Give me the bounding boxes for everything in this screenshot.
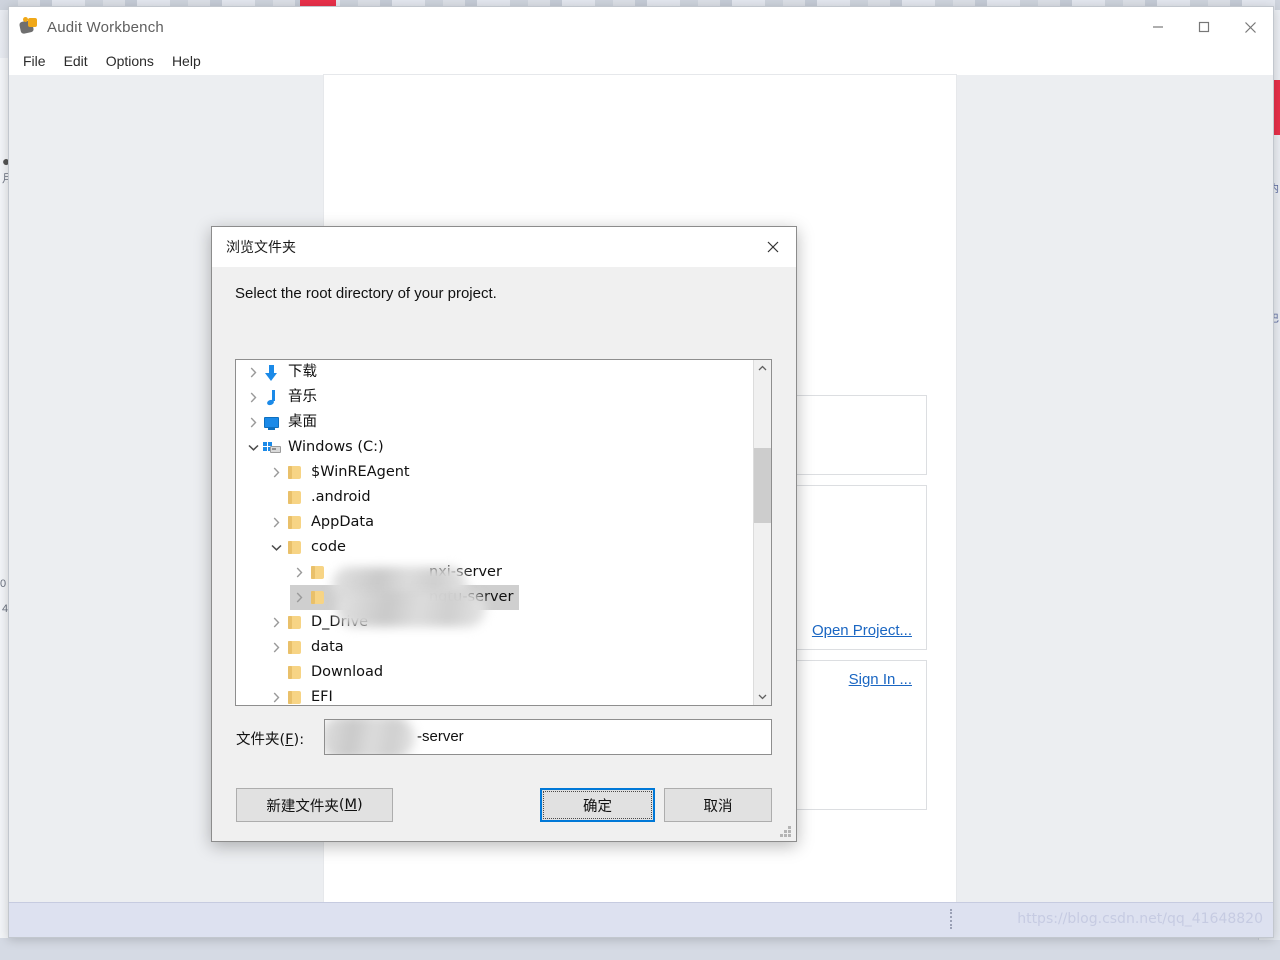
tree-item[interactable]: $WinREAgent <box>236 460 753 485</box>
folder-icon <box>285 639 305 657</box>
tree-item[interactable]: 下载 <box>236 360 753 385</box>
menu-file[interactable]: File <box>23 53 46 69</box>
chevron-right-icon[interactable] <box>244 410 262 435</box>
resize-grip-icon[interactable] <box>780 826 792 838</box>
watermark-text: https://blog.csdn.net/qq_41648820 <box>1017 911 1263 927</box>
drive-icon <box>262 439 282 457</box>
desktop-icon <box>262 414 282 432</box>
tree-item-label: Windows (C:) <box>288 439 384 455</box>
browse-folder-dialog: 浏览文件夹 Select the root directory of your … <box>211 226 797 842</box>
window-title: Audit Workbench <box>47 18 164 36</box>
tree-item[interactable]: Windows (C:) <box>236 435 753 460</box>
new-folder-button[interactable]: 新建文件夹(M) <box>236 788 393 822</box>
music-icon <box>262 389 282 407</box>
tree-item[interactable]: 音乐 <box>236 385 753 410</box>
folder-icon <box>285 489 305 507</box>
tree-item-label: D_Drive <box>311 614 369 630</box>
chevron-right-icon[interactable] <box>244 360 262 385</box>
tree-item[interactable]: 桌面 <box>236 410 753 435</box>
folder-icon <box>285 664 305 682</box>
chevron-right-icon[interactable] <box>267 460 285 485</box>
chevron-down-icon[interactable] <box>267 535 285 560</box>
tree-item[interactable]: data <box>236 635 753 660</box>
dialog-prompt: Select the root directory of your projec… <box>235 285 497 302</box>
tree-item[interactable]: .android <box>236 485 753 510</box>
folder-icon <box>308 589 328 607</box>
menubar: File Edit Options Help <box>9 47 1273 75</box>
tree-item-label: 音乐 <box>288 389 317 405</box>
minimize-icon[interactable] <box>1135 7 1181 47</box>
tree-item-label: 桌面 <box>288 414 317 430</box>
menu-help[interactable]: Help <box>172 53 201 69</box>
tree-item-label: code <box>311 539 346 555</box>
tree-item-label: EFI <box>311 689 333 705</box>
folder-icon <box>285 539 305 557</box>
redaction-blur-input <box>325 720 415 754</box>
ok-button[interactable]: 确定 <box>540 788 655 822</box>
download-icon <box>262 364 282 382</box>
cancel-button[interactable]: 取消 <box>664 788 772 822</box>
sign-in-link[interactable]: Sign In ... <box>849 671 912 688</box>
chevron-right-icon[interactable] <box>290 560 308 585</box>
chevron-down-icon[interactable] <box>244 435 262 460</box>
tree-item[interactable]: Download <box>236 660 753 685</box>
close-icon[interactable] <box>1227 7 1273 47</box>
tree-item[interactable]: AppData <box>236 510 753 535</box>
chevron-right-icon[interactable] <box>267 635 285 660</box>
tree-item-label: data <box>311 639 344 655</box>
chevron-right-icon[interactable] <box>244 385 262 410</box>
tree-item[interactable]: D_Drive <box>236 610 753 635</box>
tree-item-label: AppData <box>311 514 374 530</box>
dialog-titlebar[interactable]: 浏览文件夹 <box>212 227 796 267</box>
tree-item-label: ngtu-server <box>429 589 514 605</box>
folder-icon <box>308 564 328 582</box>
tree-item[interactable]: nxi-server <box>236 560 753 585</box>
statusbar: https://blog.csdn.net/qq_41648820 <box>9 902 1273 937</box>
folder-icon <box>285 514 305 532</box>
chevron-down-icon[interactable] <box>754 688 771 705</box>
folder-tree[interactable]: 下载音乐桌面 Windows (C:) $WinREAgent .android App… <box>235 359 772 706</box>
window-controls <box>1135 7 1273 47</box>
statusbar-divider <box>950 909 953 929</box>
open-project-link[interactable]: Open Project... <box>812 622 912 639</box>
folder-path-input[interactable]: -server <box>324 719 772 755</box>
tree-item[interactable]: EFI <box>236 685 753 706</box>
menu-options[interactable]: Options <box>106 53 154 69</box>
tree-item-label: .android <box>311 489 371 505</box>
chevron-right-icon[interactable] <box>267 510 285 535</box>
folder-icon <box>285 689 305 706</box>
tree-item-label: $WinREAgent <box>311 464 410 480</box>
chevron-right-icon[interactable] <box>267 685 285 705</box>
folder-icon <box>285 464 305 482</box>
close-icon[interactable] <box>750 227 796 267</box>
audit-workbench-bug-icon <box>18 17 39 37</box>
folder-path-value: -server <box>417 728 464 745</box>
menu-edit[interactable]: Edit <box>64 53 88 69</box>
window-titlebar[interactable]: Audit Workbench <box>9 7 1273 47</box>
folder-tree-list: 下载音乐桌面 Windows (C:) $WinREAgent .android App… <box>236 360 753 706</box>
tree-scrollbar[interactable] <box>753 360 771 705</box>
tree-item-label: nxi-server <box>429 564 502 580</box>
chevron-right-icon[interactable] <box>290 585 308 610</box>
chevron-right-icon[interactable] <box>267 610 285 635</box>
tree-item[interactable]: code <box>236 535 753 560</box>
scrollbar-thumb[interactable] <box>754 448 771 523</box>
tree-item-label: Download <box>311 664 384 680</box>
sliver-mark-2: 0 <box>0 578 7 590</box>
chevron-up-icon[interactable] <box>754 360 771 377</box>
dialog-title: 浏览文件夹 <box>226 240 296 256</box>
folder-field-label: 文件夹(F): <box>236 732 305 748</box>
folder-icon <box>285 614 305 632</box>
tree-item-label: 下载 <box>288 364 317 380</box>
tree-item[interactable]: ngtu-server <box>236 585 753 610</box>
maximize-icon[interactable] <box>1181 7 1227 47</box>
